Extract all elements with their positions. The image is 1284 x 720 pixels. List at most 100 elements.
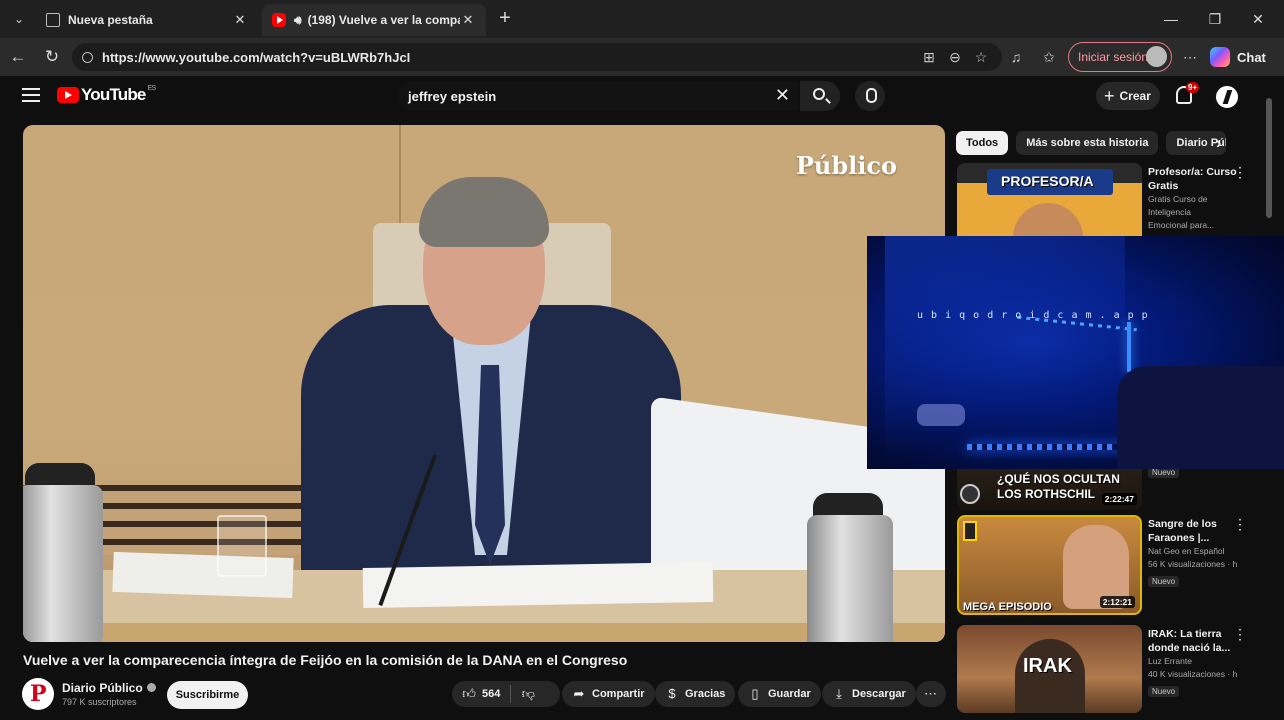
- natgeo-logo-icon: [963, 521, 977, 541]
- new-badge: Nuevo: [1148, 576, 1180, 587]
- maximize-button[interactable]: ❐: [1200, 8, 1230, 30]
- subscriber-count: 797 K suscriptores: [62, 697, 137, 707]
- dislike-icon[interactable]: 👎︎: [521, 687, 535, 701]
- back-button[interactable]: ←: [6, 46, 30, 68]
- channel-name[interactable]: Nat Geo en Español: [1148, 545, 1238, 558]
- webcam-overlay[interactable]: u b i q o d r o i d c a m . a p p: [867, 236, 1284, 469]
- video-title: Vuelve a ver la comparecencia íntegra de…: [23, 652, 628, 668]
- publico-watermark: Público: [795, 151, 897, 180]
- new-badge: Nuevo: [1148, 686, 1180, 697]
- view-count: 40 K visualizaciones · h: [1148, 669, 1238, 679]
- video-thumbnail[interactable]: IRAK: [957, 625, 1142, 713]
- view-count: 56 K visualizaciones · h: [1148, 559, 1238, 569]
- tab-title: Nueva pestaña: [68, 13, 153, 27]
- subscribe-button[interactable]: Suscribirme: [167, 681, 248, 709]
- thanks-label: Gracias: [685, 688, 726, 700]
- chevron-right-icon[interactable]: ›: [1216, 135, 1221, 153]
- tab-youtube[interactable]: 🔊︎ (198) Vuelve a ver la compare ✕: [262, 4, 486, 36]
- minimize-button[interactable]: —: [1156, 8, 1186, 30]
- youtube-icon: [272, 13, 286, 27]
- recommendation-title[interactable]: Profesor/a: Curso Gratis: [1148, 165, 1238, 193]
- account-avatar[interactable]: [1214, 84, 1240, 110]
- clear-search-icon[interactable]: ✕: [775, 85, 790, 106]
- site-info-icon[interactable]: [82, 51, 93, 63]
- menu-icon[interactable]: [22, 88, 40, 102]
- duration-badge: 2:22:47: [1101, 493, 1137, 505]
- search-input[interactable]: jeffrey epstein ✕: [398, 81, 798, 111]
- scrollbar-thumb[interactable]: [1266, 98, 1272, 218]
- chip-all[interactable]: Todos: [956, 131, 1009, 155]
- new-tab-button[interactable]: +: [494, 8, 516, 30]
- search-button[interactable]: [800, 81, 840, 111]
- address-bar[interactable]: https://www.youtube.com/watch?v=uBLWRb7h…: [72, 43, 1002, 71]
- media-control-icon[interactable]: ♫: [1007, 48, 1025, 66]
- recommendation-info: Profesor/a: Curso Gratis Gratis Curso de…: [1148, 165, 1238, 232]
- app-available-icon[interactable]: ⊞: [920, 48, 938, 66]
- more-actions-button[interactable]: ⋯: [916, 681, 946, 707]
- tab-actions-menu[interactable]: ⌄: [6, 7, 32, 31]
- like-count[interactable]: 564: [482, 688, 500, 700]
- tab-new-tab[interactable]: Nueva pestaña ✕: [36, 4, 258, 36]
- channel-name[interactable]: Luz Errante: [1148, 655, 1238, 668]
- more-options-icon[interactable]: ⋯: [1181, 48, 1199, 66]
- channel-name[interactable]: Diario Público: [62, 681, 156, 695]
- reload-button[interactable]: ↻: [40, 46, 64, 68]
- filter-chips: Todos Más sobre esta historia Diario Púb: [956, 131, 1227, 155]
- create-button[interactable]: + Crear: [1096, 82, 1160, 110]
- copilot-chat-button[interactable]: Chat: [1210, 44, 1266, 70]
- signin-button[interactable]: Iniciar sesión: [1068, 42, 1172, 72]
- recommendation-title[interactable]: Sangre de los Faraones |...: [1148, 517, 1238, 545]
- coin-icon: [960, 484, 980, 504]
- papers: [362, 561, 714, 609]
- create-label: Crear: [1119, 89, 1151, 103]
- logo-region: ES: [147, 85, 157, 92]
- favorites-icon[interactable]: ✩: [1040, 48, 1058, 66]
- recommendation-info: Sangre de los Faraones |... Nat Geo en E…: [1148, 517, 1238, 589]
- recommendation-title[interactable]: IRAK: La tierra donde nació la...: [1148, 627, 1238, 655]
- url-text: https://www.youtube.com/watch?v=uBLWRb7h…: [102, 49, 411, 65]
- close-window-button[interactable]: ✕: [1243, 8, 1273, 30]
- thanks-button[interactable]: $ Gracias: [655, 681, 736, 707]
- recommendation-info: IRAK: La tierra donde nació la... Luz Er…: [1148, 627, 1238, 699]
- logo-text: YouTube: [81, 85, 146, 104]
- recommendation-item[interactable]: MEGA EPISODIO 2:12:21 Sangre de los Fara…: [957, 515, 1257, 615]
- save-button[interactable]: ▯ Guardar: [738, 681, 821, 707]
- save-label: Guardar: [768, 688, 811, 700]
- close-icon[interactable]: ✕: [460, 12, 476, 28]
- youtube-header: YouTube ES jeffrey epstein ✕ + Crear 9+: [0, 76, 1284, 118]
- light-beam: [885, 236, 1125, 469]
- water-glass: [217, 515, 267, 577]
- like-icon[interactable]: 👍︎: [462, 687, 476, 701]
- youtube-play-icon: [57, 87, 79, 103]
- download-button[interactable]: ⤓ Descargar: [822, 681, 916, 707]
- browser-tab-strip: ⌄ Nueva pestaña ✕ 🔊︎ (198) Vuelve a ver …: [0, 0, 1284, 38]
- browser-toolbar: ← ↻ https://www.youtube.com/watch?v=uBLW…: [0, 38, 1284, 76]
- notification-badge: 9+: [1186, 82, 1200, 93]
- speaker-icon[interactable]: 🔊︎: [294, 13, 302, 28]
- favorite-star-icon[interactable]: ☆: [972, 48, 990, 66]
- zoom-icon[interactable]: ⊖: [946, 48, 964, 66]
- share-button[interactable]: ➦ Compartir: [562, 681, 655, 707]
- chip-more-story[interactable]: Más sobre esta historia: [1016, 131, 1159, 155]
- more-icon: ⋯: [924, 686, 937, 701]
- kebab-menu-icon[interactable]: ⋮: [1233, 517, 1247, 531]
- copilot-icon: [1210, 47, 1230, 67]
- thumb-text: IRAK: [1023, 655, 1072, 677]
- verified-icon: [146, 683, 156, 692]
- video-player[interactable]: Público: [23, 125, 945, 642]
- kebab-menu-icon[interactable]: ⋮: [1233, 627, 1247, 641]
- voice-search-button[interactable]: [855, 81, 885, 111]
- recommendation-meta: Inteligencia: [1148, 207, 1192, 217]
- thanks-icon: $: [668, 686, 676, 701]
- led-strip: [1127, 322, 1131, 372]
- video-thumbnail[interactable]: MEGA EPISODIO 2:12:21: [957, 515, 1142, 615]
- kebab-menu-icon[interactable]: ⋮: [1233, 165, 1247, 179]
- search-value: jeffrey epstein: [408, 88, 497, 104]
- recommendation-item[interactable]: IRAK IRAK: La tierra donde nació la... L…: [957, 625, 1257, 713]
- profile-avatar-icon: [1146, 46, 1167, 67]
- search-icon: [813, 88, 825, 100]
- close-icon[interactable]: ✕: [232, 12, 248, 28]
- channel-avatar[interactable]: [22, 678, 54, 710]
- youtube-logo[interactable]: YouTube ES: [57, 85, 157, 105]
- thumb-text: PROFESOR/A: [1001, 173, 1094, 189]
